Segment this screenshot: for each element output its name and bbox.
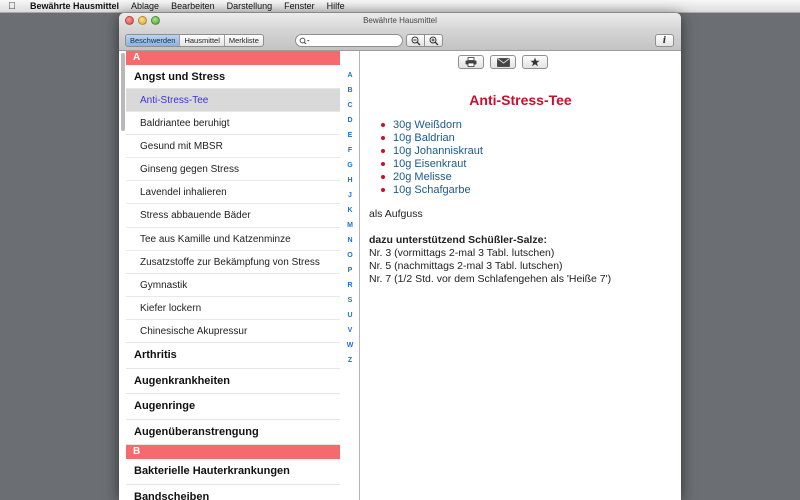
index-letter-e[interactable]: E bbox=[344, 128, 356, 143]
list-item[interactable]: Chinesische Akupressur bbox=[126, 320, 340, 344]
index-letter-v[interactable]: V bbox=[344, 323, 356, 338]
menu-app-name[interactable]: Bewährte Hausmittel bbox=[24, 1, 125, 11]
list-item[interactable]: Kiefer lockern bbox=[126, 297, 340, 320]
ingredient-item: 30g Weißdorn bbox=[378, 119, 483, 132]
zoom-in-icon bbox=[429, 36, 438, 45]
tab-hausmittel[interactable]: Hausmittel bbox=[180, 35, 225, 46]
zoom-window-button[interactable] bbox=[151, 16, 160, 25]
category-angst-und-stress[interactable]: Angst und Stress bbox=[126, 65, 340, 89]
info-icon: i bbox=[662, 35, 667, 46]
category-augenringe[interactable]: Augenringe bbox=[126, 394, 340, 420]
ingredient-list: 30g Weißdorn 10g Baldrian 10g Johanniskr… bbox=[378, 119, 483, 197]
zoom-out-icon bbox=[411, 36, 420, 45]
title-bar: Bewährte Hausmittel bbox=[119, 13, 681, 29]
index-letter-h[interactable]: H bbox=[344, 173, 356, 188]
category-arthritis[interactable]: Arthritis bbox=[126, 343, 340, 369]
zoom-out-button[interactable] bbox=[406, 34, 425, 47]
sidebar: A Angst und Stress Anti-Stress-Tee Baldr… bbox=[119, 51, 360, 500]
minimize-window-button[interactable] bbox=[138, 16, 147, 25]
info-button[interactable]: i bbox=[655, 34, 674, 47]
category-bakterielle-hauterkrankungen[interactable]: Bakterielle Hauterkrankungen bbox=[126, 459, 340, 485]
index-letter-g[interactable]: G bbox=[344, 158, 356, 173]
list-item[interactable]: Zusatzstoffe zur Bekämpfung von Stress bbox=[126, 251, 340, 274]
search-icon bbox=[299, 32, 310, 50]
index-letter-b[interactable]: B bbox=[344, 83, 356, 98]
list-item[interactable]: Gymnastik bbox=[126, 274, 340, 297]
tab-beschwerden[interactable]: Beschwerden bbox=[126, 35, 181, 46]
apple-icon[interactable]:  bbox=[0, 1, 24, 12]
search-input[interactable] bbox=[310, 35, 400, 46]
index-letter-u[interactable]: U bbox=[344, 308, 356, 323]
index-letter-c[interactable]: C bbox=[344, 98, 356, 113]
section-header-b: B bbox=[126, 445, 340, 460]
index-letter-r[interactable]: R bbox=[344, 278, 356, 293]
recipe-title: Anti-Stress-Tee bbox=[469, 92, 572, 108]
menu-fenster[interactable]: Fenster bbox=[278, 1, 321, 11]
index-letter-k[interactable]: K bbox=[344, 203, 356, 218]
ingredient-item: 10g Schafgarbe bbox=[378, 184, 483, 197]
index-letter-a[interactable]: A bbox=[344, 68, 356, 83]
sidebar-scrollbar[interactable] bbox=[121, 53, 125, 131]
menu-darstellung[interactable]: Darstellung bbox=[221, 1, 279, 11]
salt-item: Nr. 3 (vormittags 2-mal 3 Tabl. lutschen… bbox=[369, 247, 555, 259]
index-letter-j[interactable]: J bbox=[344, 188, 356, 203]
tab-merkliste[interactable]: Merkliste bbox=[225, 35, 263, 46]
envelope-icon bbox=[496, 57, 510, 67]
menu-hilfe[interactable]: Hilfe bbox=[321, 1, 351, 11]
menu-ablage[interactable]: Ablage bbox=[125, 1, 165, 11]
index-letter-m[interactable]: M bbox=[344, 218, 356, 233]
section-header-a: A bbox=[126, 51, 340, 65]
index-letter-n[interactable]: N bbox=[344, 233, 356, 248]
complaint-list: A Angst und Stress Anti-Stress-Tee Baldr… bbox=[126, 51, 340, 500]
alphabet-index: ABCDEFGHJKMNOPRSUVWZ bbox=[344, 68, 356, 368]
bookmark-button[interactable] bbox=[522, 55, 548, 69]
index-letter-o[interactable]: O bbox=[344, 248, 356, 263]
list-item[interactable]: Gesund mit MBSR bbox=[126, 135, 340, 159]
main-content: A Angst und Stress Anti-Stress-Tee Baldr… bbox=[119, 51, 681, 500]
menu-bearbeiten[interactable]: Bearbeiten bbox=[165, 1, 221, 11]
list-item[interactable]: Tee aus Kamille und Katzenminze bbox=[126, 228, 340, 251]
mail-button[interactable] bbox=[490, 55, 516, 69]
search-field[interactable] bbox=[295, 34, 403, 47]
index-letter-p[interactable]: P bbox=[344, 263, 356, 278]
print-button[interactable] bbox=[458, 55, 484, 69]
preparation-text: als Aufguss bbox=[369, 208, 423, 220]
menu-bar:  Bewährte Hausmittel Ablage Bearbeiten … bbox=[0, 0, 800, 13]
window-title: Bewährte Hausmittel bbox=[363, 16, 437, 25]
star-icon bbox=[530, 57, 540, 67]
printer-icon bbox=[465, 57, 477, 67]
list-item[interactable]: Stress abbauende Bäder bbox=[126, 204, 340, 228]
ingredient-item: 10g Johanniskraut bbox=[378, 145, 483, 158]
index-letter-w[interactable]: W bbox=[344, 338, 356, 353]
ingredient-item: 10g Eisenkraut bbox=[378, 158, 483, 171]
salt-item: Nr. 5 (nachmittags 2-mal 3 Tabl. lutsche… bbox=[369, 260, 563, 272]
list-item-anti-stress-tee[interactable]: Anti-Stress-Tee bbox=[126, 89, 340, 113]
salts-heading: dazu unterstützend Schüßler-Salze: bbox=[369, 234, 547, 246]
list-item[interactable]: Baldriantee beruhigt bbox=[126, 112, 340, 136]
detail-pane: Anti-Stress-Tee 30g Weißdorn 10g Baldria… bbox=[360, 51, 681, 500]
category-augenueberanstrengung[interactable]: Augenüberanstrengung bbox=[126, 420, 340, 446]
close-window-button[interactable] bbox=[125, 16, 134, 25]
index-letter-d[interactable]: D bbox=[344, 113, 356, 128]
category-augenkrankheiten[interactable]: Augenkrankheiten bbox=[126, 369, 340, 395]
index-letter-s[interactable]: S bbox=[344, 293, 356, 308]
list-item[interactable]: Ginseng gegen Stress bbox=[126, 158, 340, 182]
window-controls bbox=[125, 16, 160, 25]
index-letter-f[interactable]: F bbox=[344, 143, 356, 158]
list-item[interactable]: Lavendel inhalieren bbox=[126, 181, 340, 205]
ingredient-item: 20g Melisse bbox=[378, 171, 483, 184]
view-segmented-control: Beschwerden Hausmittel Merkliste bbox=[125, 34, 264, 47]
toolbar: Beschwerden Hausmittel Merkliste i bbox=[119, 29, 681, 51]
app-window: Bewährte Hausmittel Beschwerden Hausmitt… bbox=[119, 13, 681, 500]
salt-item: Nr. 7 (1/2 Std. vor dem Schlafengehen al… bbox=[369, 273, 612, 285]
zoom-in-button[interactable] bbox=[424, 34, 443, 47]
index-letter-z[interactable]: Z bbox=[344, 353, 356, 368]
ingredient-item: 10g Baldrian bbox=[378, 132, 483, 145]
category-bandscheiben[interactable]: Bandscheiben bbox=[126, 485, 340, 500]
